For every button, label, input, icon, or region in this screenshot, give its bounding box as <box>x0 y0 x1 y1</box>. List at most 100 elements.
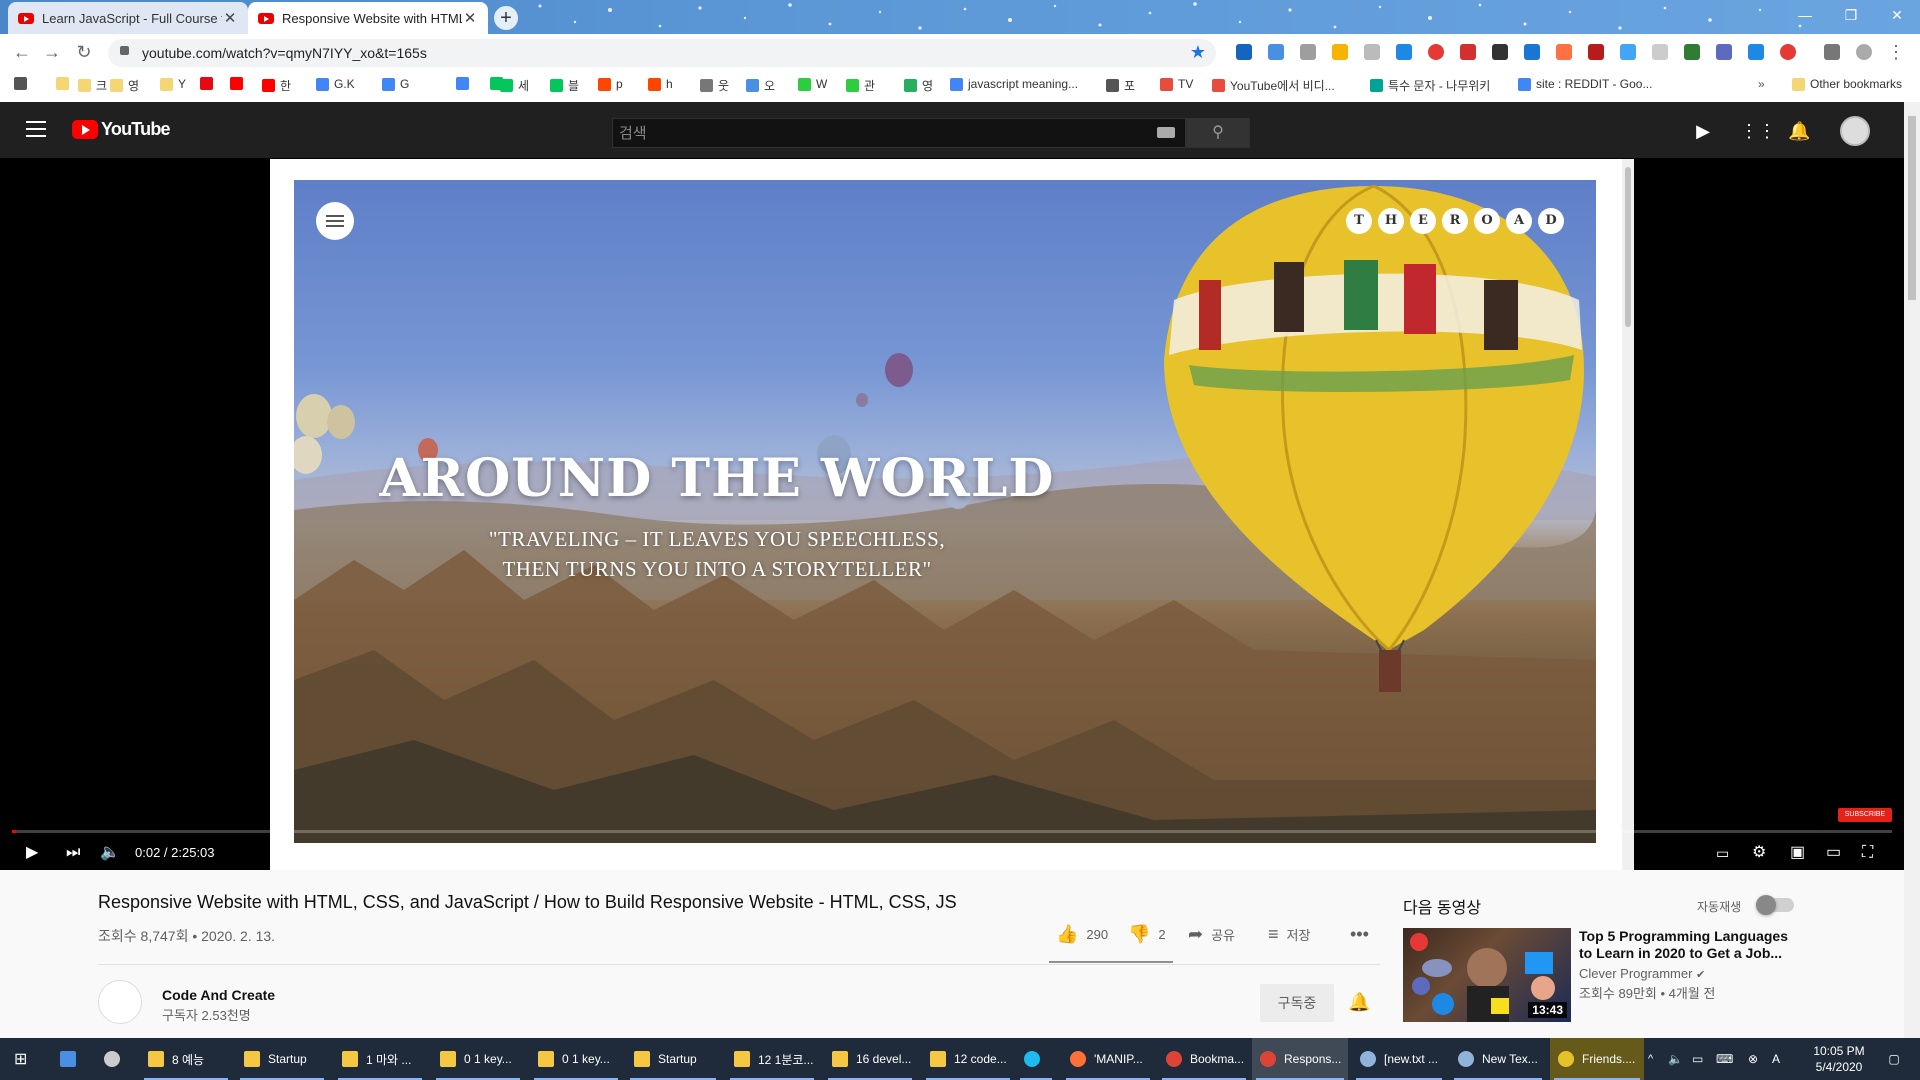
taskbar-item[interactable]: [new.txt ... <box>1352 1038 1446 1080</box>
bookmark-item[interactable]: YouTube에서 비디... <box>1212 77 1335 94</box>
bookmark-item[interactable]: 블 <box>550 77 579 94</box>
bookmark-item[interactable]: 포 <box>1106 77 1135 94</box>
search-taskbar-icon[interactable] <box>96 1038 132 1080</box>
bookmark-item[interactable] <box>456 77 474 90</box>
recommended-title[interactable]: Top 5 Programming Languages to Learn in … <box>1579 928 1789 962</box>
video-player[interactable]: T H E R O A D AROUND THE WORLD "TRAVELIN… <box>0 158 1904 870</box>
bookmark-star-icon[interactable]: ★ <box>1190 42 1206 63</box>
taskbar-item[interactable]: 0 1 key... <box>530 1038 622 1080</box>
ime-tray-icon[interactable]: ⊗ <box>1748 1038 1772 1080</box>
dislike-button[interactable]: 👎 2 <box>1128 924 1166 945</box>
taskbar-item[interactable]: Startup <box>236 1038 328 1080</box>
bookmark-item[interactable]: 관 <box>846 77 875 94</box>
search-input[interactable] <box>613 119 1125 147</box>
create-video-icon[interactable]: ▶ <box>1692 120 1714 142</box>
progress-bar[interactable] <box>12 830 1892 833</box>
subscribe-watermark[interactable]: SUBSCRIBE <box>1838 808 1892 822</box>
subscribed-button[interactable]: 구독중 <box>1260 984 1334 1022</box>
play-button[interactable]: ▶ <box>26 844 38 862</box>
language-tray-icon[interactable]: A <box>1772 1038 1800 1080</box>
bookmark-item[interactable]: 오 <box>746 77 775 94</box>
miniplayer-button[interactable]: ▣ <box>1790 844 1805 862</box>
bookmark-item[interactable]: 영 <box>110 77 139 94</box>
bookmark-item[interactable]: javascript meaning... <box>950 77 1078 91</box>
taskbar-item[interactable]: 'MANIP... <box>1062 1038 1154 1080</box>
taskbar-item[interactable]: Friends.... <box>1550 1038 1644 1080</box>
network-tray-icon[interactable]: ▭ <box>1692 1038 1716 1080</box>
extension-icon[interactable] <box>1524 44 1540 60</box>
extension-icon[interactable] <box>1268 44 1284 60</box>
reading-list-icon[interactable] <box>1824 44 1840 60</box>
address-bar[interactable]: youtube.com/watch?v=qmyN7IYY_xo&t=165s ★ <box>108 39 1216 67</box>
like-button[interactable]: 👍 290 <box>1056 924 1108 945</box>
keyboard-tray-icon[interactable]: ⌨ <box>1716 1038 1744 1080</box>
settings-gear-icon[interactable]: ⚙ <box>1752 844 1766 862</box>
taskbar-item[interactable] <box>1016 1038 1056 1080</box>
other-bookmarks[interactable]: Other bookmarks <box>1792 77 1902 91</box>
action-center-icon[interactable]: ▢ <box>1876 1038 1912 1080</box>
extension-icon[interactable] <box>1492 44 1508 60</box>
close-window-button[interactable]: ✕ <box>1874 0 1920 30</box>
bookmark-item[interactable]: 특수 문자 - 나무위키 <box>1370 77 1490 94</box>
apps-icon[interactable]: ⋮⋮ <box>1740 120 1776 142</box>
taskbar-item[interactable]: 1 마와 ... <box>334 1038 426 1080</box>
extension-icon[interactable] <box>1300 44 1316 60</box>
extension-icon[interactable] <box>1748 44 1764 60</box>
theater-mode-button[interactable]: ▭ <box>1826 844 1841 862</box>
tab-learn-javascript[interactable]: Learn JavaScript - Full Course for ✕ <box>8 2 248 34</box>
system-clock[interactable]: 10:05 PM 5/4/2020 <box>1804 1043 1874 1075</box>
account-avatar[interactable] <box>1840 116 1870 146</box>
extension-icon[interactable] <box>1428 44 1444 60</box>
new-tab-button[interactable]: + <box>494 6 518 30</box>
notifications-bell-icon[interactable]: 🔔 <box>1788 120 1810 142</box>
volume-tray-icon[interactable]: 🔈 <box>1668 1038 1692 1080</box>
bookmark-item[interactable]: G.K <box>316 77 355 91</box>
keyboard-icon[interactable] <box>1157 127 1175 138</box>
taskbar-item[interactable]: 16 devel... <box>824 1038 916 1080</box>
bookmark-item[interactable] <box>56 77 74 90</box>
extension-icon[interactable] <box>1684 44 1700 60</box>
bookmark-item[interactable]: 영 <box>904 77 933 94</box>
page-scrollbar[interactable] <box>1904 102 1920 1038</box>
notification-bell-icon[interactable]: 🔔 <box>1348 992 1370 1013</box>
taskbar-item[interactable]: Bookma... <box>1158 1038 1250 1080</box>
minimize-button[interactable]: — <box>1782 0 1828 30</box>
taskbar-item[interactable]: 8 예능 <box>140 1038 232 1080</box>
bookmark-item[interactable] <box>200 77 218 90</box>
taskbar-item[interactable]: 12 code... <box>922 1038 1014 1080</box>
reload-button[interactable]: ↻ <box>74 42 94 62</box>
share-button[interactable]: ➦ 공유 <box>1188 924 1235 945</box>
extension-icon[interactable] <box>1780 44 1796 60</box>
autoplay-toggle[interactable] <box>1756 895 1794 915</box>
extension-icon[interactable] <box>1236 44 1252 60</box>
taskbar-item[interactable]: 0 1 key... <box>432 1038 524 1080</box>
extension-icon[interactable] <box>1588 44 1604 60</box>
bookmark-item[interactable]: W <box>798 77 827 91</box>
search-button[interactable]: ⚲ <box>1186 118 1250 148</box>
windows-start-icon[interactable]: ⊞ <box>6 1038 42 1080</box>
recommended-thumbnail[interactable]: 13:43 <box>1403 928 1571 1022</box>
bookmark-item[interactable]: 크 <box>78 77 107 94</box>
extension-icon[interactable] <box>1460 44 1476 60</box>
extension-icon[interactable] <box>1652 44 1668 60</box>
tab-close-icon[interactable]: ✕ <box>222 9 238 27</box>
extension-icon[interactable] <box>1556 44 1572 60</box>
bookmark-item[interactable] <box>14 77 32 90</box>
taskbar-item[interactable]: Startup <box>626 1038 720 1080</box>
bookmark-item[interactable] <box>230 77 248 90</box>
bookmark-item[interactable]: site : REDDIT - Goo... <box>1518 77 1652 91</box>
more-bookmarks-icon[interactable]: » <box>1758 77 1765 91</box>
bookmark-item[interactable]: 세 <box>500 77 529 94</box>
bookmark-item[interactable]: Y <box>160 77 186 91</box>
fullscreen-button[interactable]: ⛶ <box>1862 844 1873 862</box>
volume-icon[interactable]: 🔈 <box>100 844 120 862</box>
browser-menu-icon[interactable]: ⋮ <box>1886 42 1906 62</box>
desktop-icon[interactable] <box>52 1038 88 1080</box>
extension-icon[interactable] <box>1332 44 1348 60</box>
taskbar-item[interactable]: 12 1분코... <box>726 1038 818 1080</box>
youtube-logo[interactable]: YouTube <box>72 119 171 140</box>
subtitles-button[interactable]: ▭ <box>1716 844 1729 862</box>
save-button[interactable]: ≡ 저장 <box>1268 924 1310 945</box>
extension-icon[interactable] <box>1620 44 1636 60</box>
more-actions-button[interactable]: ••• <box>1350 924 1377 945</box>
